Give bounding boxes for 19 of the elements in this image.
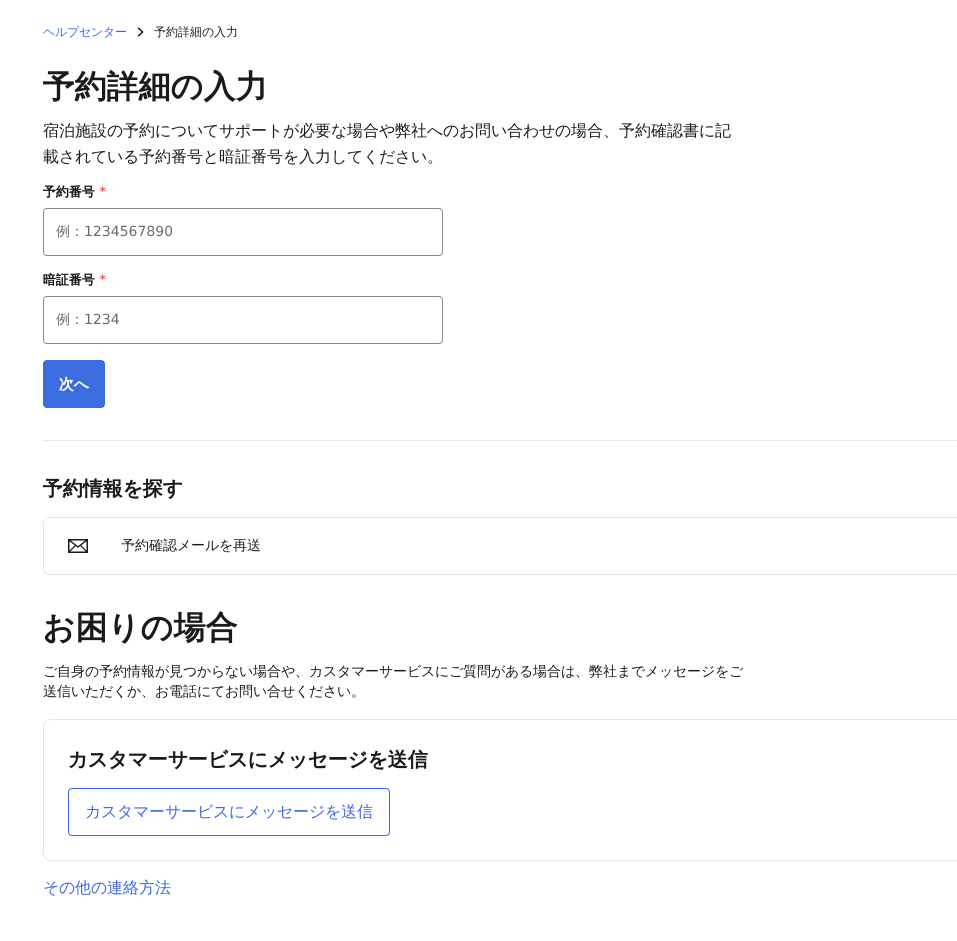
field-label: 予約番号 * <box>43 184 106 202</box>
intro-text: 宿泊施設の予約についてサポートが必要な場合や弊社へのお問い合わせの場合、予約確認書に記載されている予約番号と暗証番号を入力してください。 <box>43 120 732 168</box>
input-field[interactable]: 例：1234 <box>43 296 443 344</box>
chevron-right-icon <box>137 27 144 37</box>
page-title: 予約詳細の入力 <box>43 66 268 106</box>
contact-link[interactable]: その他の連絡方法 <box>43 876 171 900</box>
option-card[interactable]: 予約確認メールを再送 <box>43 517 957 575</box>
section-title: お困りの場合 <box>43 607 238 647</box>
field-label: 暗証番号 * <box>43 272 106 290</box>
card-heading: カスタマーサービスにメッセージを送信 <box>68 746 428 773</box>
breadcrumb-link[interactable]: ヘルプセンター <box>43 24 127 40</box>
breadcrumb-current: 予約詳細の入力 <box>154 24 238 40</box>
help-text: ご自身の予約情報が見つからない場合や、カスタマーサービスにご質問がある場合は、弊社までメッセージをご送信いただくか、お電話にてお問い合せください。 <box>43 663 744 702</box>
message-button[interactable]: カスタマーサービスにメッセージを送信 <box>68 788 390 836</box>
envelope-icon <box>68 539 88 553</box>
option-label: 予約確認メールを再送 <box>121 537 261 556</box>
next-button[interactable]: 次へ <box>43 360 105 408</box>
input-field[interactable]: 例：1234567890 <box>43 208 443 256</box>
section-heading: 予約情報を探す <box>43 475 183 502</box>
